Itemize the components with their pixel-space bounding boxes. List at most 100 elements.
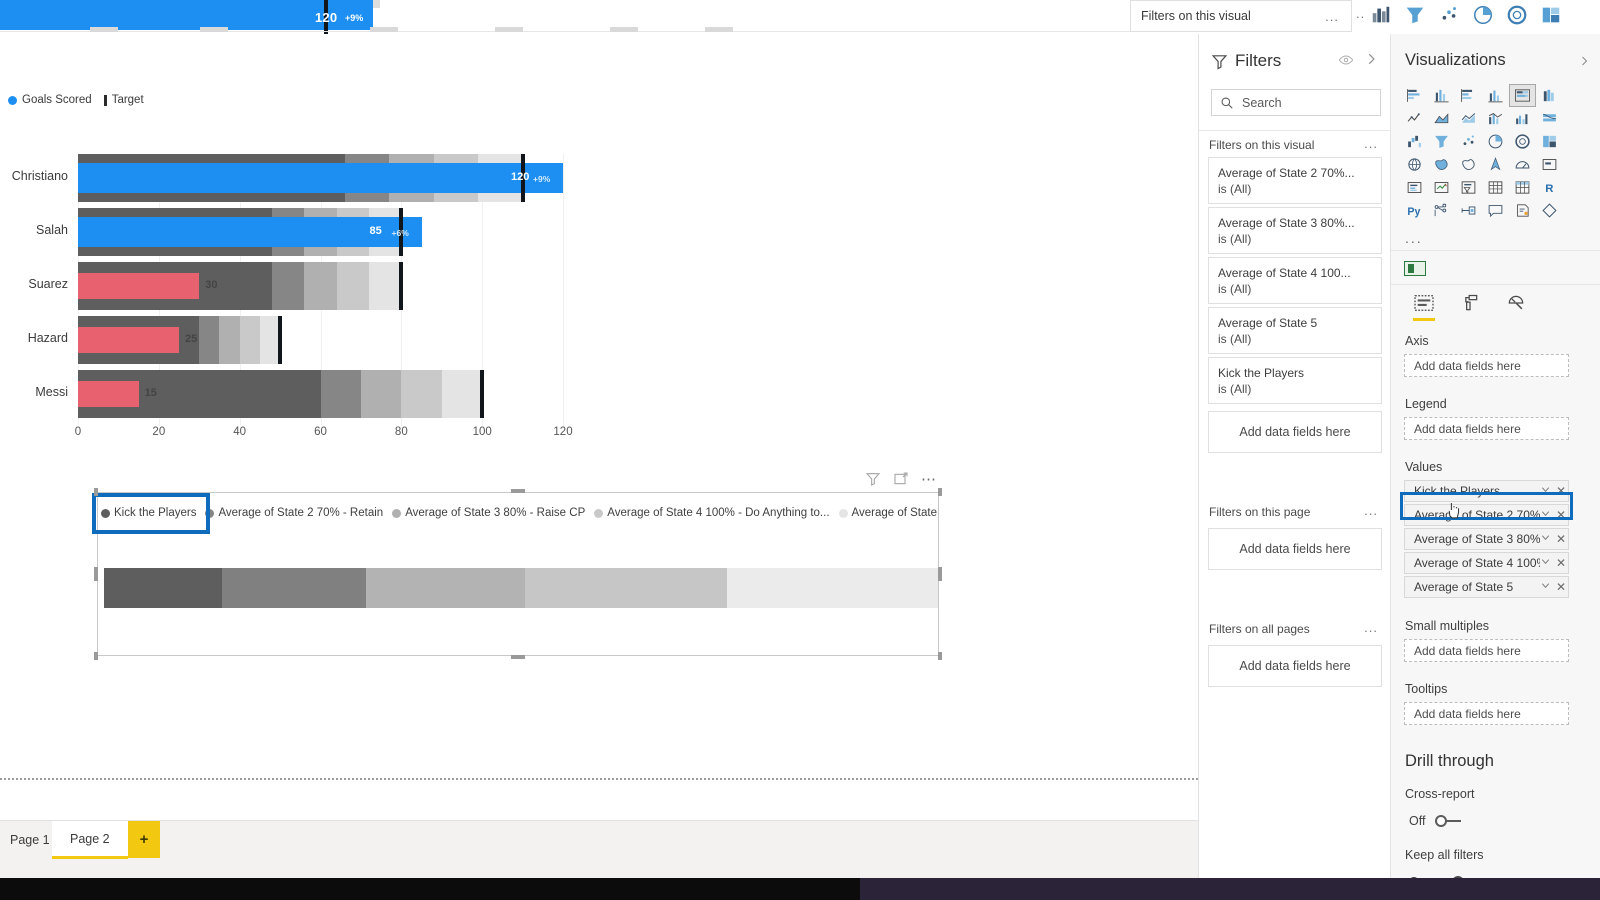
100-stacked-bar-chart-icon[interactable] [1509,84,1536,107]
chevron-right-icon[interactable] [1578,54,1590,68]
more-options-icon[interactable]: ⋯ [921,470,937,488]
kpi-icon[interactable] [1428,176,1455,199]
funnel-chart-icon[interactable] [1428,130,1455,153]
filter-dropzone[interactable]: Add data fields here [1208,528,1382,570]
remove-field-icon[interactable]: ✕ [1554,484,1568,498]
table-icon[interactable] [1482,176,1509,199]
remove-field-icon[interactable]: ✕ [1554,580,1568,594]
field-chip[interactable]: Average of State 4 100% ✕ [1404,552,1569,574]
add-page-button[interactable]: + [128,821,160,858]
bullet-row[interactable]: Suarez 30 [28,262,563,310]
treemap-icon[interactable] [1540,4,1562,26]
100-stacked-column-chart-icon[interactable] [1536,84,1563,107]
filter-dropzone[interactable]: Add data fields here [1208,645,1382,687]
key-influencers-icon[interactable] [1455,199,1482,222]
stacked-area-chart-icon[interactable] [1455,107,1482,130]
bullet-row[interactable]: Salah 85 +6% [36,208,563,256]
matrix-icon[interactable] [1509,176,1536,199]
legend-item-goals-scored[interactable]: Goals Scored [8,94,92,106]
eye-icon[interactable] [1338,52,1354,68]
line-chart-icon[interactable] [1401,107,1428,130]
clustered-column-chart-icon[interactable] [1482,84,1509,107]
python-visual-icon[interactable]: Py [1401,199,1428,222]
filters-pane[interactable]: Filters Search Filters on this visual...… [1198,34,1391,900]
resize-handle-left[interactable] [94,567,98,581]
stacked-bar-segment[interactable] [222,568,366,608]
stacked-bar-segment[interactable] [726,568,938,608]
field-chip[interactable]: Average of State 3 80% ✕ [1404,528,1569,550]
stacked-bar-segment[interactable] [104,568,223,608]
shape-map-icon[interactable] [1455,153,1482,176]
filter-icon[interactable] [865,471,881,487]
filters-flyout-header[interactable]: Filters on this visual ... [1130,0,1352,32]
stacked-bar-segment[interactable] [365,568,526,608]
visual-header[interactable]: ⋯ [865,470,937,488]
map-icon[interactable] [1401,153,1428,176]
paginated-report-icon[interactable] [1536,199,1563,222]
stacked-bar-segment[interactable] [525,568,727,608]
filter-group-more-icon[interactable]: ... [1364,136,1378,151]
qa-visual-icon[interactable] [1482,199,1509,222]
bullet-row[interactable]: Christiano 120 +9% [12,154,563,202]
stacked-bar-legend[interactable]: Kick the Players Average of State 2 70% -… [101,502,937,524]
cross-report-toggle[interactable]: Off [1409,814,1464,828]
scatter-chart-icon[interactable] [1455,130,1482,153]
bullet-chart-visual[interactable]: Goals Scored Target Christiano 120 +9% Sala… [0,92,600,438]
r-script-icon[interactable]: R [1536,176,1563,199]
filter-dropzone[interactable]: Add data fields here [1208,411,1382,453]
decomposition-tree-icon[interactable] [1428,199,1455,222]
treemap-icon[interactable] [1536,130,1563,153]
legend-item[interactable]: Average of State 3 80% - Raise CP [392,507,585,519]
resize-handle-top[interactable] [511,489,525,493]
field-chip[interactable]: Average of State 2 70% ✕ [1404,504,1569,526]
line-stacked-column-chart-icon[interactable] [1482,107,1509,130]
bullet-row[interactable]: Hazard 25 [28,316,563,364]
clustered-bar-chart-icon[interactable] [1455,84,1482,107]
smart-narrative-icon[interactable] [1509,199,1536,222]
field-chip[interactable]: Average of State 5 ✕ [1404,576,1569,598]
azure-map-icon[interactable] [1482,153,1509,176]
ribbon-chart-icon[interactable] [1536,107,1563,130]
remove-field-icon[interactable]: ✕ [1554,556,1568,570]
filter-group-more-icon[interactable]: ... [1364,503,1378,518]
legend-item[interactable]: Average of State 5 [838,507,937,519]
chevron-right-icon[interactable] [1364,51,1378,67]
area-chart-icon[interactable] [1428,107,1455,130]
chevron-down-icon[interactable] [1540,580,1554,594]
filters-flyout-more-icon[interactable]: ... [1325,9,1339,24]
filled-map-icon[interactable] [1428,153,1455,176]
line-clustered-column-chart-icon[interactable] [1509,107,1536,130]
field-well-dropzone[interactable]: Add data fields here [1404,639,1569,662]
resize-handle-top-left[interactable] [94,488,98,496]
legend-item[interactable]: Average of State 2 70% - Retain [205,507,383,519]
legend-item[interactable]: Kick the Players [101,507,196,519]
field-well-dropzone[interactable]: Add data fields here [1404,354,1569,377]
stacked-bar-chart-icon[interactable] [1401,84,1428,107]
slicer-icon[interactable] [1455,176,1482,199]
resize-handle-bottom[interactable] [511,655,525,659]
field-well-dropzone[interactable]: Add data fields here [1404,417,1569,440]
filter-card[interactable]: Kick the Players is (All) [1208,357,1382,404]
bullet-row[interactable]: Messi 15 [35,370,563,418]
chevron-down-icon[interactable] [1540,556,1554,570]
scatter-chart-icon[interactable] [1438,4,1460,26]
gauge-icon[interactable] [1509,153,1536,176]
visualization-gallery[interactable]: R Py [1401,84,1591,222]
top-row-more-icon[interactable]: .. [1356,6,1365,21]
stacked-bar-visual[interactable]: ⋯ Kick the Players Average of State 2 70%… [92,471,942,660]
tab-analytics[interactable] [1503,290,1529,316]
remove-field-icon[interactable]: ✕ [1554,532,1568,546]
donut-chart-icon[interactable] [1509,130,1536,153]
chevron-down-icon[interactable] [1540,484,1554,498]
pie-chart-icon[interactable] [1472,4,1494,26]
pie-chart-icon[interactable] [1482,130,1509,153]
stacked-column-chart-icon[interactable] [1428,84,1455,107]
field-chip[interactable]: Kick the Players ✕ [1404,480,1569,502]
resize-handle-right[interactable] [938,567,942,581]
card-icon[interactable] [1536,153,1563,176]
chevron-down-icon[interactable] [1540,532,1554,546]
resize-handle-bottom-right[interactable] [938,652,942,660]
resize-handle-top-right[interactable] [938,488,942,496]
filter-card[interactable]: Average of State 2 70%... is (All) [1208,157,1382,204]
filter-card[interactable]: Average of State 5 is (All) [1208,307,1382,354]
